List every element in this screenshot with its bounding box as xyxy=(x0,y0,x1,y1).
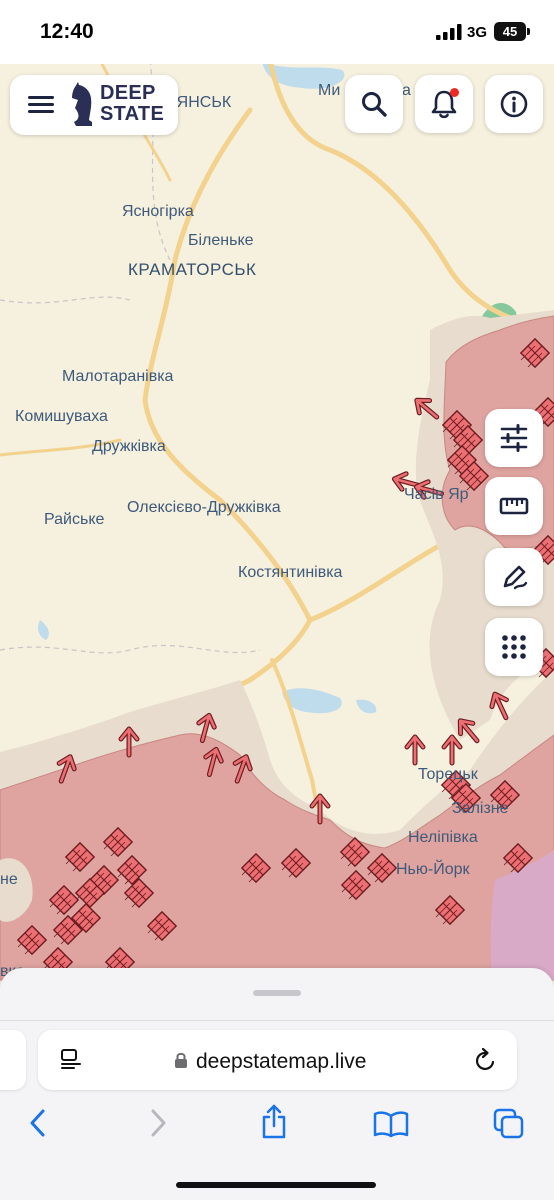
ruler-icon xyxy=(499,497,529,515)
search-button[interactable] xyxy=(345,75,403,133)
back-icon[interactable] xyxy=(26,1108,50,1138)
brand-line1: DEEP xyxy=(100,82,156,104)
brand-name: DEEP STATE xyxy=(100,83,164,125)
search-icon xyxy=(362,92,387,117)
notifications-button[interactable] xyxy=(415,75,473,133)
brand-line2: STATE xyxy=(100,103,165,125)
label-mykolaivka-part: Ми xyxy=(318,82,340,99)
lock-icon xyxy=(175,1052,187,1068)
label-malotaranivka: Малотаранівка xyxy=(62,368,174,385)
label-chasiv-yar: Часів Яр xyxy=(404,486,469,503)
apps-button[interactable] xyxy=(485,618,543,676)
battery-tip xyxy=(527,28,530,35)
tabs-icon[interactable] xyxy=(493,1108,525,1140)
label-oleksiievo-druzhkivka: Олексієво-Дружківка xyxy=(127,499,281,516)
reader-mode-icon[interactable] xyxy=(60,1048,82,1070)
address-bar[interactable]: deepstatemap.live xyxy=(38,1030,517,1090)
info-button[interactable] xyxy=(485,75,543,133)
filters-button[interactable] xyxy=(485,409,543,467)
label-nelipivka: Неліпівка xyxy=(408,829,478,846)
knight-logo-icon xyxy=(72,82,92,126)
label-bilenke: Біленьке xyxy=(188,232,254,249)
draw-button[interactable] xyxy=(485,548,543,606)
label-zalizne: Залізне xyxy=(452,800,509,817)
label-druzhkivka: Дружківка xyxy=(92,438,166,455)
bookmarks-icon[interactable] xyxy=(373,1110,409,1138)
forward-icon[interactable] xyxy=(146,1108,170,1138)
network-type: 3G xyxy=(467,24,488,41)
previous-tab-preview[interactable] xyxy=(0,1030,26,1090)
divider xyxy=(0,1020,554,1021)
label-raiske: Райське xyxy=(44,511,104,528)
label-komyshuvakha: Комишуваха xyxy=(15,408,108,425)
browser-bottom-bar: deepstatemap.live xyxy=(0,968,554,1200)
battery-icon: 45 xyxy=(494,22,526,41)
reload-icon[interactable] xyxy=(474,1047,498,1073)
apps-grid-icon xyxy=(502,635,526,659)
label-yasnohirka: Ясногірка xyxy=(122,203,194,220)
ruler-button[interactable] xyxy=(485,477,543,535)
info-icon xyxy=(500,90,528,118)
brand-panel: DEEP STATE xyxy=(10,75,178,135)
url-text: deepstatemap.live xyxy=(196,1050,367,1073)
draw-pen-icon xyxy=(503,565,528,590)
cellular-signal-icon xyxy=(436,24,462,40)
sheet-grabber[interactable] xyxy=(253,990,301,996)
status-time: 12:40 xyxy=(40,20,94,43)
status-bar: 12:40 3G 45 xyxy=(0,0,554,64)
hamburger-menu-icon[interactable] xyxy=(28,92,54,118)
label-edge-ne: не xyxy=(0,871,18,888)
filter-sliders-icon xyxy=(500,424,528,452)
notification-badge xyxy=(450,88,459,97)
label-kramatorsk: КРАМАТОРСЬК xyxy=(128,260,256,279)
label-kostiantynivka: Костянтинівка xyxy=(238,564,343,581)
label-toretsk: Торецьк xyxy=(418,766,479,783)
label-niu-york: Нью-Йорк xyxy=(396,859,471,878)
home-indicator xyxy=(176,1182,376,1188)
share-icon[interactable] xyxy=(259,1104,289,1140)
label-mykolaivka-end: а xyxy=(402,82,411,99)
